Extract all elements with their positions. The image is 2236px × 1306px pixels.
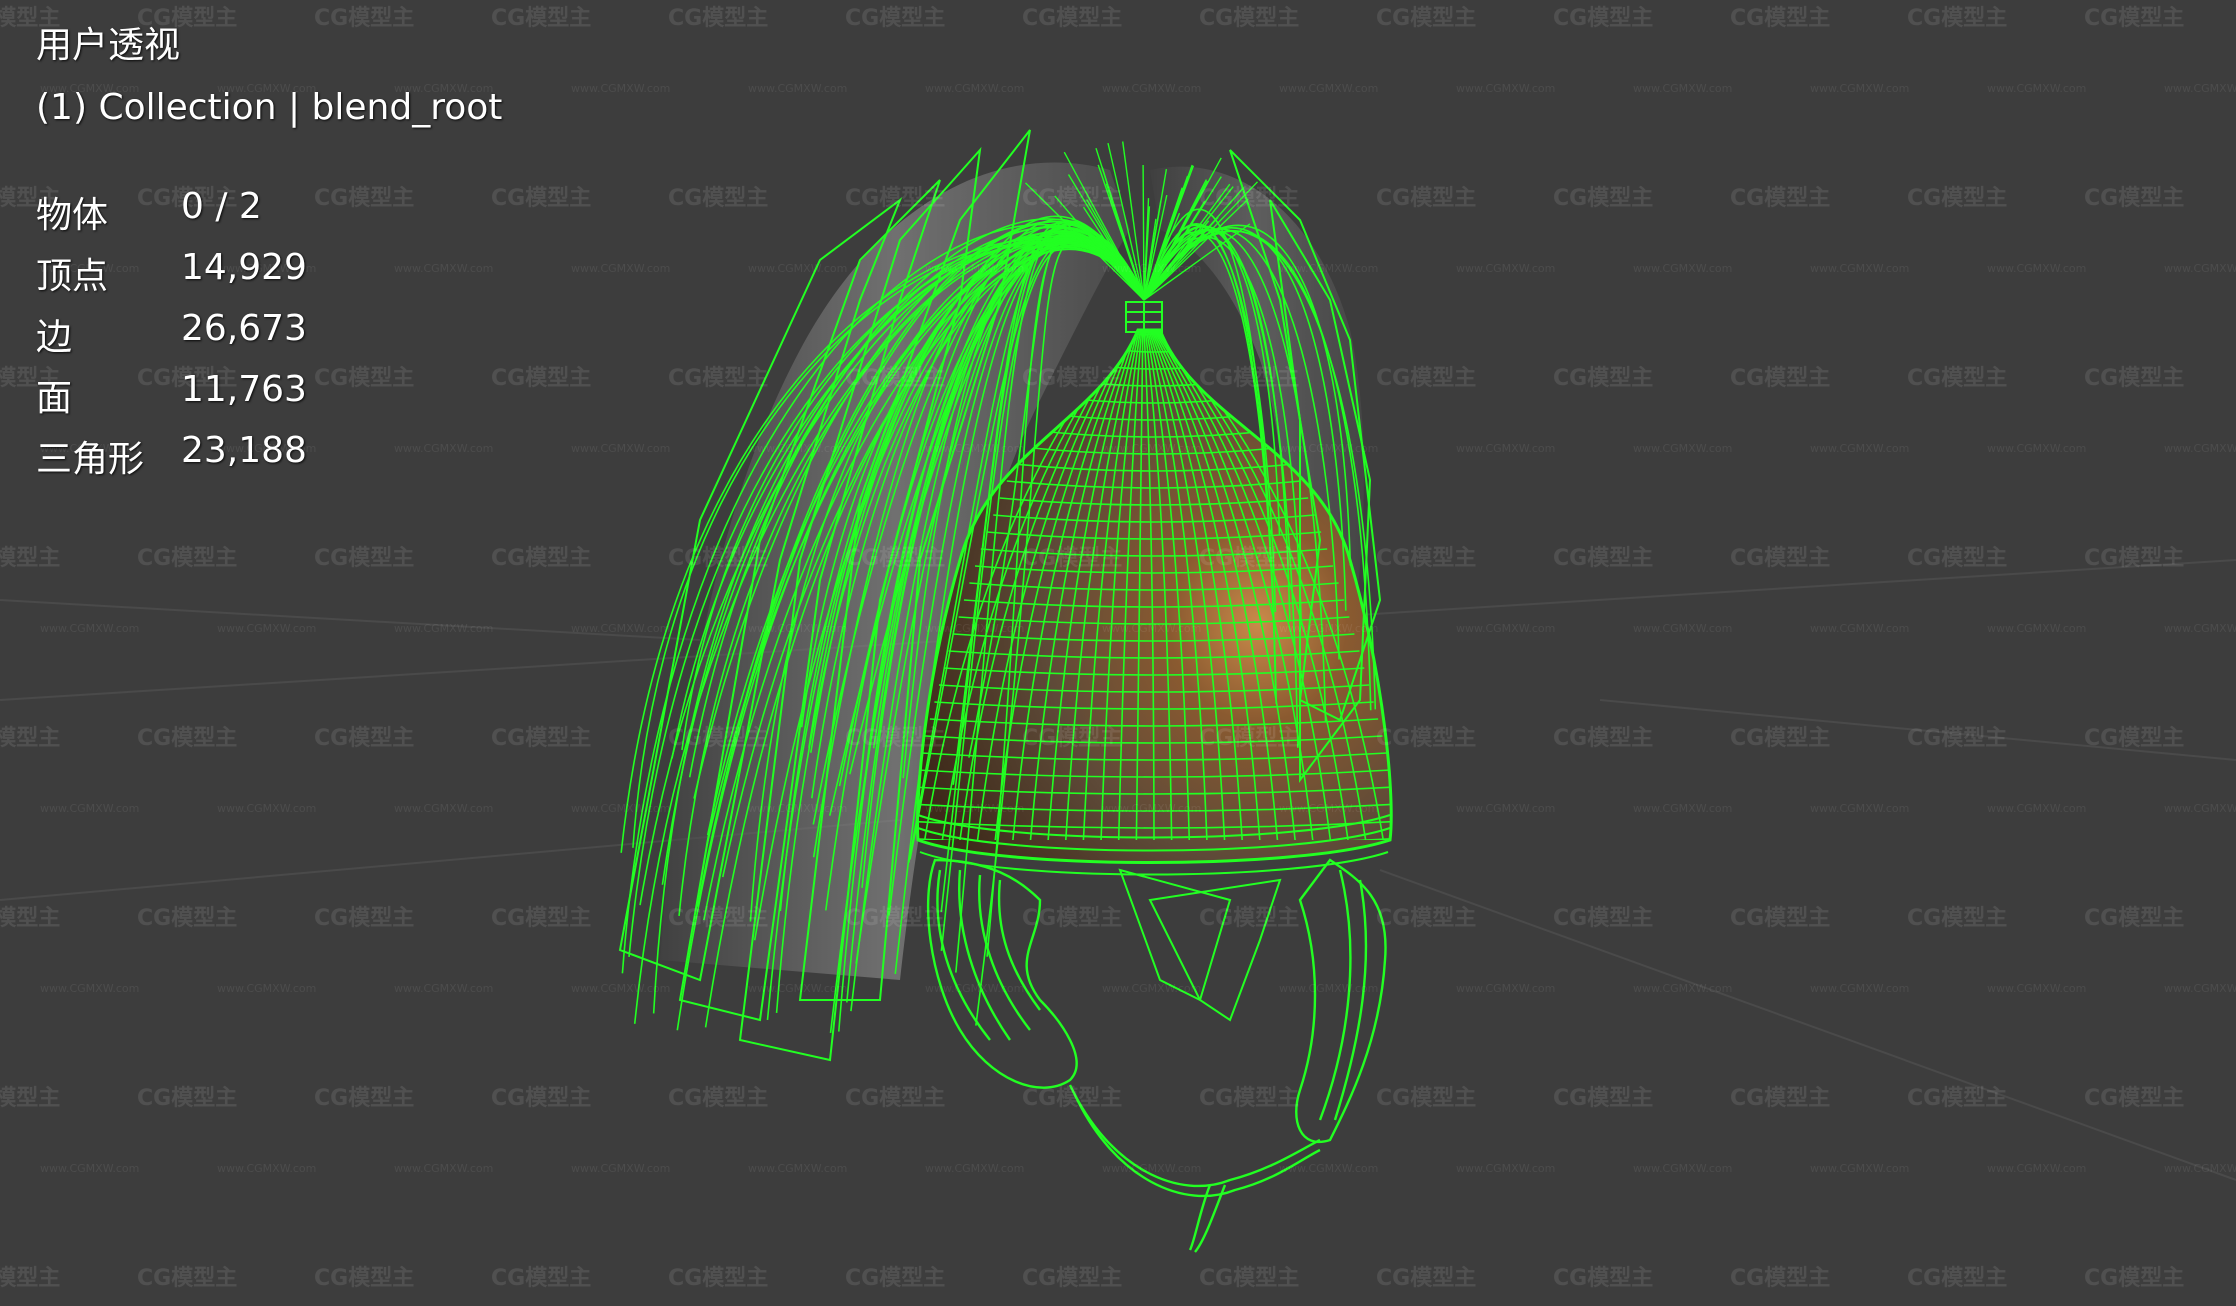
stat-label: 面 xyxy=(36,369,181,421)
cheek-guard-right xyxy=(1296,860,1385,1142)
stat-row-faces: 面 11,763 xyxy=(36,369,307,430)
viewport-collection-label: (1) Collection | blend_root xyxy=(36,90,502,126)
stat-label: 边 xyxy=(36,308,181,360)
cheek-guard-left xyxy=(928,860,1076,1088)
stat-value: 14,929 xyxy=(181,247,307,288)
stat-label: 三角形 xyxy=(36,430,181,482)
stat-row-edges: 边 26,673 xyxy=(36,308,307,369)
stat-label: 物体 xyxy=(36,186,181,238)
stat-value: 23,188 xyxy=(181,430,307,471)
helmet-finial xyxy=(1126,302,1162,332)
stat-value: 11,763 xyxy=(181,369,307,410)
stat-value: 0 / 2 xyxy=(181,186,262,227)
stat-row-triangles: 三角形 23,188 xyxy=(36,430,307,491)
chin-strap xyxy=(1070,1085,1320,1252)
stat-row-objects: 物体 0 / 2 xyxy=(36,186,307,247)
stat-value: 26,673 xyxy=(181,308,307,349)
scene-canvas[interactable] xyxy=(0,0,2236,1306)
scene-statistics: 物体 0 / 2 顶点 14,929 边 26,673 面 11,763 三角形… xyxy=(36,186,307,491)
3d-viewport[interactable]: CG模型主www.CGMXW.comCG模型主www.CGMXW.comCG模型… xyxy=(0,0,2236,1306)
stat-row-vertices: 顶点 14,929 xyxy=(36,247,307,308)
stat-label: 顶点 xyxy=(36,247,181,299)
viewport-view-name: 用户透视 xyxy=(36,28,180,64)
